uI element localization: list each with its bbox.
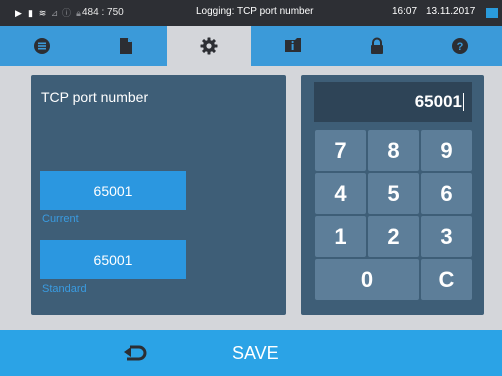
key-7[interactable]: 7: [315, 130, 366, 171]
key-6[interactable]: 6: [421, 173, 472, 214]
key-5[interactable]: 5: [368, 173, 419, 214]
file-icon: ▮: [28, 7, 33, 18]
tab-settings[interactable]: [167, 26, 252, 66]
gear-icon: [200, 37, 218, 55]
standard-label: Standard: [42, 283, 87, 295]
key-9[interactable]: 9: [421, 130, 472, 171]
menu-icon: [33, 38, 50, 54]
status-time: 16:07: [392, 6, 418, 17]
standard-value-button[interactable]: 65001: [40, 240, 186, 279]
save-button[interactable]: SAVE: [232, 343, 279, 364]
key-8[interactable]: 8: [368, 130, 419, 171]
tab-bar: ?: [0, 26, 502, 66]
status-indicator: [486, 8, 498, 18]
key-0[interactable]: 0: [315, 259, 419, 300]
lock-icon: [370, 37, 383, 54]
keypad-panel: 65001 7 8 9 4 5 6 1 2 3 0 C: [301, 75, 484, 315]
tab-info[interactable]: [251, 26, 335, 66]
tcp-port-panel: TCP port number 65001 Current 65001 Stan…: [31, 75, 286, 315]
status-date: 13.11.2017: [426, 6, 476, 17]
heat-icon: ≋: [38, 7, 47, 18]
keypad-display[interactable]: 65001: [314, 82, 472, 122]
status-title: Logging: TCP port number: [196, 6, 314, 17]
document-icon: [119, 38, 132, 54]
key-1[interactable]: 1: [315, 216, 366, 257]
tab-help[interactable]: ?: [418, 26, 502, 66]
coordinates-readout: 484 : 750: [82, 7, 124, 18]
keypad-grid: 7 8 9 4 5 6 1 2 3 0 C: [315, 130, 472, 300]
footer-bar: SAVE: [0, 330, 502, 376]
info-icon: ⓘ: [62, 7, 72, 18]
status-icons: ▶ ▮ ≋ ⊿ ⓘ 🔒︎: [14, 7, 83, 19]
tab-document[interactable]: [84, 26, 168, 66]
play-icon: ▶: [15, 7, 22, 18]
chart-icon: ⊿: [50, 7, 59, 18]
help-icon: ?: [452, 38, 469, 54]
current-value-button[interactable]: 65001: [40, 171, 186, 210]
current-label: Current: [42, 213, 79, 225]
back-button[interactable]: [118, 342, 152, 366]
text-cursor: [463, 93, 464, 111]
svg-text:?: ?: [457, 41, 464, 53]
key-clear[interactable]: C: [421, 259, 472, 300]
return-arrow-icon: [124, 345, 147, 361]
tab-menu[interactable]: [0, 26, 84, 66]
key-4[interactable]: 4: [315, 173, 366, 214]
display-value: 65001: [414, 92, 462, 111]
status-bar: ▶ ▮ ≋ ⊿ ⓘ 🔒︎ 484 : 750 Logging: TCP port…: [0, 0, 502, 26]
info-icon: [284, 38, 301, 52]
panel-title: TCP port number: [41, 89, 149, 105]
tab-lock[interactable]: [335, 26, 419, 66]
key-3[interactable]: 3: [421, 216, 472, 257]
key-2[interactable]: 2: [368, 216, 419, 257]
